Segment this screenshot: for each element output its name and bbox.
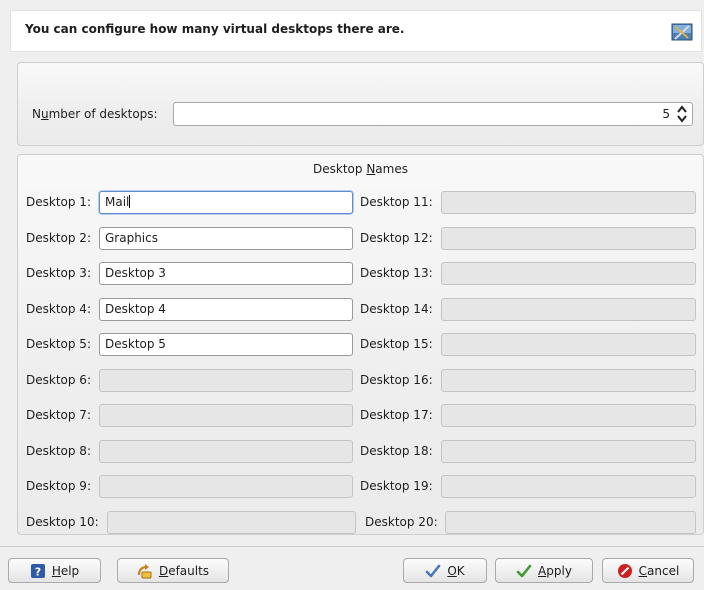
number-of-desktops-spinbox[interactable]: 5 bbox=[173, 102, 693, 126]
desktop-label-11: Desktop 11: bbox=[360, 195, 433, 209]
desktop-label-18: Desktop 18: bbox=[360, 444, 433, 458]
help-label: Help bbox=[51, 563, 80, 578]
svg-text:?: ? bbox=[35, 565, 41, 578]
desktop-count-panel: Number of desktops: 5 bbox=[17, 62, 704, 146]
desktop-label-3: Desktop 3: bbox=[26, 266, 91, 280]
desktop-name-field-12 bbox=[441, 227, 696, 250]
desktop-name-field-8 bbox=[99, 440, 353, 463]
desktop-name-field-10 bbox=[107, 511, 356, 534]
desktop-label-15: Desktop 15: bbox=[360, 337, 433, 351]
desktop-label-16: Desktop 16: bbox=[360, 373, 433, 387]
desktop-label-1: Desktop 1: bbox=[26, 195, 91, 209]
desktop-name-field-14 bbox=[441, 298, 696, 321]
desktop-name-field-9 bbox=[99, 475, 353, 498]
defaults-label: Defaults bbox=[158, 563, 210, 578]
dialog-header: You can configure how many virtual deskt… bbox=[10, 10, 702, 52]
cancel-label: Cancel bbox=[638, 563, 680, 578]
desktop-label-9: Desktop 9: bbox=[26, 479, 91, 493]
desktop-label-20: Desktop 20: bbox=[365, 515, 438, 529]
spin-arrows-icon[interactable] bbox=[675, 104, 689, 124]
desktop-name-field-20 bbox=[445, 511, 696, 534]
defaults-button[interactable]: Defaults bbox=[117, 558, 229, 583]
desktop-name-value-3: Desktop 3 bbox=[105, 266, 166, 280]
desktop-name-field-6 bbox=[99, 369, 353, 392]
desktop-label-2: Desktop 2: bbox=[26, 231, 91, 245]
apply-button[interactable]: Apply bbox=[495, 558, 593, 583]
desktop-names-panel: Desktop Names Desktop 1: Mail Desktop 11: D… bbox=[17, 154, 704, 535]
desktop-name-field-16 bbox=[441, 369, 696, 392]
desktop-label-10: Desktop 10: bbox=[26, 515, 99, 529]
desktop-name-field-15 bbox=[441, 333, 696, 356]
desktop-label-17: Desktop 17: bbox=[360, 408, 433, 422]
desktop-name-field-4[interactable]: Desktop 4 bbox=[99, 298, 353, 321]
cancel-button[interactable]: Cancel bbox=[602, 558, 694, 583]
desktop-name-field-13 bbox=[441, 262, 696, 285]
checkmark-icon bbox=[426, 564, 441, 577]
desktop-label-6: Desktop 6: bbox=[26, 373, 91, 387]
desktop-name-field-5[interactable]: Desktop 5 bbox=[99, 333, 353, 356]
desktop-label-4: Desktop 4: bbox=[26, 302, 91, 316]
number-of-desktops-label: Number of desktops: bbox=[32, 107, 158, 121]
header-description: You can configure how many virtual deskt… bbox=[25, 22, 405, 36]
desktop-label-13: Desktop 13: bbox=[360, 266, 433, 280]
help-button[interactable]: ? Help bbox=[8, 558, 101, 583]
ok-label: OK bbox=[447, 563, 465, 578]
desktop-name-field-2[interactable]: Graphics bbox=[99, 227, 353, 250]
desktop-tools-icon bbox=[671, 23, 693, 41]
desktop-count-value: 5 bbox=[662, 107, 670, 121]
desktop-name-field-7 bbox=[99, 404, 353, 427]
desktop-label-7: Desktop 7: bbox=[26, 408, 91, 422]
defaults-icon bbox=[137, 563, 152, 578]
desktop-name-value-5: Desktop 5 bbox=[105, 337, 166, 351]
desktop-label-5: Desktop 5: bbox=[26, 337, 91, 351]
help-icon: ? bbox=[30, 563, 45, 578]
desktop-name-field-17 bbox=[441, 404, 696, 427]
text-caret bbox=[129, 195, 131, 208]
desktop-label-8: Desktop 8: bbox=[26, 444, 91, 458]
desktop-label-19: Desktop 19: bbox=[360, 479, 433, 493]
apply-label: Apply bbox=[538, 563, 572, 578]
desktop-names-title: Desktop Names bbox=[313, 162, 408, 176]
desktop-name-field-18 bbox=[441, 440, 696, 463]
desktop-label-12: Desktop 12: bbox=[360, 231, 433, 245]
desktop-name-field-11 bbox=[441, 191, 696, 214]
desktop-name-value-4: Desktop 4 bbox=[105, 302, 166, 316]
desktop-label-14: Desktop 14: bbox=[360, 302, 433, 316]
desktop-name-value-1: Mail bbox=[105, 195, 130, 209]
button-divider bbox=[0, 546, 704, 547]
checkmark-icon bbox=[516, 564, 532, 577]
cancel-icon bbox=[617, 563, 632, 578]
desktop-name-field-1[interactable]: Mail bbox=[99, 191, 353, 214]
desktop-name-field-19 bbox=[441, 475, 696, 498]
ok-button[interactable]: OK bbox=[403, 558, 487, 583]
desktop-name-value-2: Graphics bbox=[105, 231, 158, 245]
desktop-name-field-3[interactable]: Desktop 3 bbox=[99, 262, 353, 285]
